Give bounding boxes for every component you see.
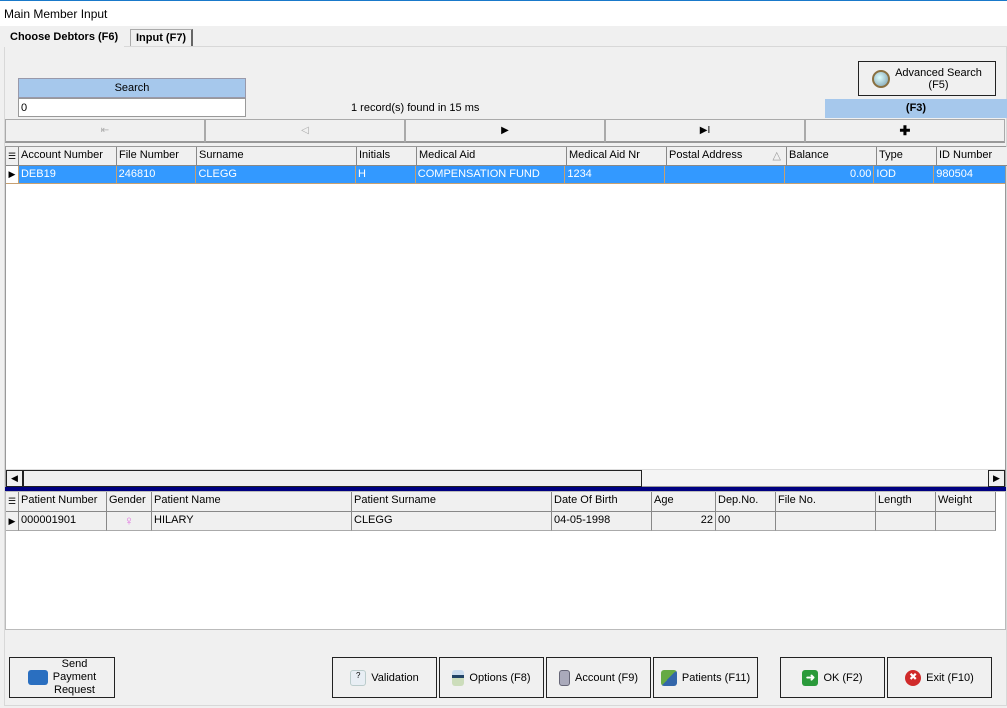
account-label: Account (F9) (575, 671, 638, 684)
title-bar: Main Member Input (0, 0, 1007, 26)
col-patient-name[interactable]: Patient Name (152, 492, 352, 512)
col-medical-aid[interactable]: Medical Aid (417, 147, 567, 166)
cell-type: IOD (874, 166, 935, 184)
cell-file-number: 246810 (116, 166, 197, 184)
request-label: Request (54, 684, 95, 696)
nav-prev-button[interactable]: ◁ (205, 119, 405, 143)
cell-medical-aid: COMPENSATION FUND (415, 166, 566, 184)
record-count-status: 1 record(s) found in 15 ms (351, 102, 480, 114)
col-id-number[interactable]: ID Number (937, 147, 1007, 166)
ok-button[interactable]: ➜ OK (F2) (780, 657, 885, 698)
nav-next-button[interactable]: ▶ (405, 119, 605, 143)
patients-icon (660, 669, 677, 686)
col-balance[interactable]: Balance (787, 147, 877, 166)
patients-header: ☰ Patient Number Gender Patient Name Pat… (6, 492, 996, 512)
col-postal-address-label: Postal Address (669, 149, 743, 161)
nav-add-button[interactable]: ✚ (805, 119, 1005, 143)
row-pointer-icon: ▶ (6, 512, 19, 531)
cell-age: 22 (652, 512, 716, 531)
col-age[interactable]: Age (652, 492, 716, 512)
sort-ascending-icon: △ (772, 150, 781, 162)
debtors-header: ☰ Account Number File Number Surname Ini… (6, 147, 1007, 166)
col-weight[interactable]: Weight (936, 492, 996, 512)
nav-first-button[interactable]: ⇤ (5, 119, 205, 143)
col-postal-address[interactable]: Postal Address △ (667, 147, 787, 166)
debtors-grid: ☰ Account Number File Number Surname Ini… (5, 146, 1007, 487)
col-gender[interactable]: Gender (107, 492, 152, 512)
calculator-icon (559, 669, 571, 686)
exit-label: Exit (F10) (926, 671, 974, 684)
col-date-of-birth[interactable]: Date Of Birth (552, 492, 652, 512)
col-dep-no[interactable]: Dep.No. (716, 492, 776, 512)
patients-label: Patients (F11) (681, 671, 751, 684)
cell-patient-name: HILARY (152, 512, 352, 531)
validation-button[interactable]: ? Validation (332, 657, 437, 698)
f3-bar[interactable]: (F3) (825, 99, 1007, 118)
credit-card-icon (27, 670, 48, 685)
scroll-left-icon[interactable]: ◀ (6, 470, 23, 487)
tab-choose-debtors[interactable]: Choose Debtors (F6) (4, 26, 125, 47)
advanced-search-shortcut: (F5) (928, 78, 949, 91)
row-pointer-icon: ▶ (6, 166, 19, 184)
scrollbar-thumb[interactable] (23, 470, 642, 487)
cell-medical-aid-nr: 1234 (565, 166, 666, 184)
cell-patient-number: 000001901 (19, 512, 107, 531)
col-patient-surname[interactable]: Patient Surname (352, 492, 552, 512)
cell-weight (936, 512, 996, 531)
col-file-number[interactable]: File Number (117, 147, 197, 166)
cell-file-no (776, 512, 876, 531)
col-file-no[interactable]: File No. (776, 492, 876, 512)
column-chooser-icon[interactable]: ☰ (6, 492, 19, 512)
account-button[interactable]: Account (F9) (546, 657, 651, 698)
col-surname[interactable]: Surname (197, 147, 357, 166)
validation-label: Validation (371, 671, 419, 684)
arrow-right-icon: ➜ (802, 669, 819, 686)
nav-last-button[interactable]: ▶I (605, 119, 805, 143)
exit-button[interactable]: ✖ Exit (F10) (887, 657, 992, 698)
help-icon: ? (350, 669, 367, 686)
search-label: Search (18, 78, 246, 98)
window-title: Main Member Input (4, 7, 108, 21)
cell-initials: H (355, 166, 416, 184)
female-icon: ♀ (107, 512, 152, 531)
patients-grid: ☰ Patient Number Gender Patient Name Pat… (5, 491, 1006, 630)
col-account-number[interactable]: Account Number (19, 147, 117, 166)
ok-label: OK (F2) (823, 671, 863, 684)
table-row[interactable]: ▶ DEB19 246810 CLEGG H COMPENSATION FUND… (6, 166, 1006, 184)
column-chooser-icon[interactable]: ☰ (6, 147, 19, 166)
horizontal-scrollbar[interactable]: ◀ ▶ (6, 469, 1005, 487)
advanced-search-label: Advanced Search (895, 66, 982, 79)
cell-balance: 0.00 (784, 166, 875, 184)
cell-surname: CLEGG (196, 166, 356, 184)
cell-id-number: 980504 (934, 166, 1006, 184)
cell-length (876, 512, 936, 531)
col-initials[interactable]: Initials (357, 147, 417, 166)
col-patient-number[interactable]: Patient Number (19, 492, 107, 512)
send-payment-request-button[interactable]: Send Payment Request (9, 657, 115, 698)
cell-date-of-birth: 04-05-1998 (552, 512, 652, 531)
tab-input[interactable]: Input (F7) (130, 29, 194, 46)
cell-dep-no: 00 (716, 512, 776, 531)
magnifier-icon (872, 69, 891, 88)
send-label: Send (61, 658, 88, 670)
scroll-right-icon[interactable]: ▶ (988, 470, 1005, 487)
search-input[interactable] (18, 98, 246, 117)
table-row[interactable]: ▶ 000001901 ♀ HILARY CLEGG 04-05-1998 22… (6, 512, 996, 531)
cell-postal-address (665, 166, 785, 184)
col-medical-aid-nr[interactable]: Medical Aid Nr (567, 147, 667, 166)
cell-account-number: DEB19 (18, 166, 117, 184)
close-icon: ✖ (905, 669, 922, 686)
options-button[interactable]: Options (F8) (439, 657, 544, 698)
patients-button[interactable]: Patients (F11) (653, 657, 758, 698)
cell-patient-surname: CLEGG (352, 512, 552, 531)
col-type[interactable]: Type (877, 147, 937, 166)
payment-label: Payment (52, 671, 97, 683)
col-length[interactable]: Length (876, 492, 936, 512)
options-label: Options (F8) (469, 671, 531, 684)
options-icon (452, 669, 465, 686)
advanced-search-button[interactable]: Advanced Search (F5) (858, 61, 996, 96)
